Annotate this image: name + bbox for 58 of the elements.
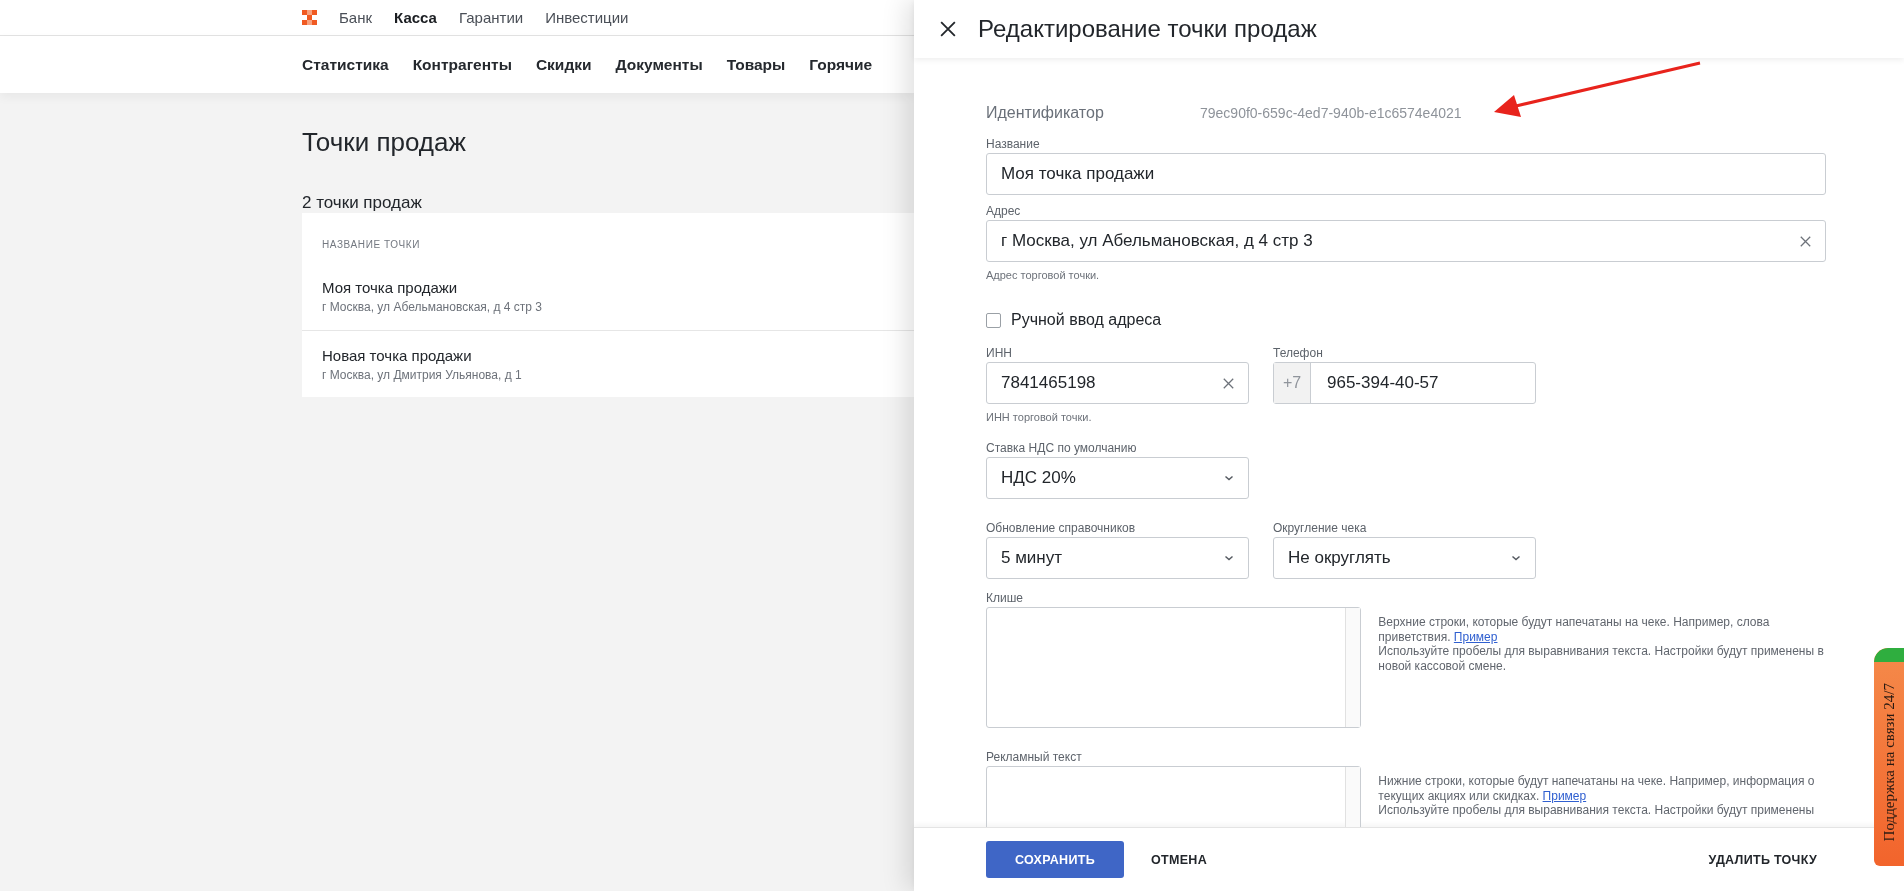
- clear-icon[interactable]: [1223, 377, 1234, 389]
- section-nav-link[interactable]: Скидки: [535, 55, 592, 74]
- top-nav-tab[interactable]: Гарантии: [458, 9, 524, 26]
- section-nav-link[interactable]: Документы: [615, 55, 703, 74]
- help-note: Используйте пробелы для выравнивания текста. Настройки будут применены: [1378, 803, 1816, 818]
- select-field[interactable]: 5 минут: [986, 537, 1249, 579]
- field-label: Адрес: [986, 204, 1022, 219]
- checkbox-label[interactable]: Ручной ввод адреса: [1011, 311, 1162, 329]
- section-nav-link[interactable]: Товары: [726, 55, 786, 74]
- phone-field[interactable]: +7 965-394-40-57: [1273, 362, 1536, 404]
- phone-prefix: +7: [1274, 363, 1311, 403]
- input-field[interactable]: Моя точка продажи: [986, 153, 1826, 195]
- section-nav-link[interactable]: Горячие: [809, 55, 873, 74]
- field-hint: ИНН торговой точки.: [986, 411, 1093, 425]
- close-icon[interactable]: [940, 21, 956, 37]
- save-button[interactable]: СОХРАНИТЬ: [986, 841, 1124, 878]
- section-nav-link[interactable]: Статистика: [302, 55, 389, 74]
- help-note: Используйте пробелы для выравнивания текста. Настройки будут применены в новой кассовой смене.: [1378, 644, 1825, 673]
- caret-icon: [1224, 475, 1234, 481]
- drawer-title: Редактирование точки продаж: [978, 15, 1317, 43]
- select-field[interactable]: НДС 20%: [986, 457, 1249, 499]
- identifier-label: Идентификатор: [986, 104, 1105, 122]
- field-label: Округление чека: [1273, 521, 1368, 536]
- select-field[interactable]: Не округлять: [1273, 537, 1536, 579]
- logo-icon[interactable]: [302, 10, 317, 25]
- input-field[interactable]: г Москва, ул Абельмановская, д 4 стр 3: [986, 220, 1826, 262]
- column-header: НАЗВАНИЕ ТОЧКИ: [322, 239, 420, 250]
- field-label: Клише: [986, 591, 1024, 606]
- field-label: Рекламный текст: [986, 750, 1083, 765]
- cancel-button[interactable]: ОТМЕНА: [1142, 841, 1216, 878]
- field-label: Обновление справочников: [986, 521, 1137, 536]
- field-hint: Адрес торговой точки.: [986, 269, 1101, 283]
- page-title: Точки продаж: [302, 127, 467, 159]
- example-link[interactable]: Пример: [1453, 629, 1498, 644]
- checkbox[interactable]: [986, 312, 1001, 328]
- point-name[interactable]: Новая точка продажи: [322, 347, 894, 364]
- section-nav-link[interactable]: Контрагенты: [412, 55, 512, 74]
- point-name[interactable]: Моя точка продажи: [322, 279, 894, 296]
- support-tab[interactable]: Поддержка на связи 24/7: [1874, 648, 1904, 866]
- help-text: Нижние строки, которые будут напечатаны на чеке. Например, информация о текущих акциях или скидках. Пример: [1378, 774, 1816, 803]
- caret-icon: [1511, 555, 1521, 561]
- top-nav-tab[interactable]: Касса: [394, 9, 437, 26]
- delete-button[interactable]: УДАЛИТЬ ТОЧКУ: [1699, 841, 1826, 878]
- field-label: Телефон: [1273, 346, 1324, 361]
- point-address: г Москва, ул Абельмановская, д 4 стр 3: [322, 300, 544, 314]
- clear-icon[interactable]: [1800, 235, 1811, 247]
- example-link[interactable]: Пример: [1542, 788, 1587, 803]
- input-field[interactable]: 7841465198: [986, 362, 1249, 404]
- field-label: Название: [986, 137, 1041, 152]
- points-count: 2 точки продаж: [302, 193, 423, 213]
- top-nav-tab[interactable]: Банк: [339, 9, 373, 26]
- identifier-value: 79ec90f0-659c-4ed7-940b-e1c6574e4021: [1200, 105, 1462, 121]
- help-text: Верхние строки, которые будут напечатаны на чеке. Например, слова приветствия. Пример: [1378, 615, 1771, 644]
- point-address: г Москва, ул Дмитрия Ульянова, д 1: [322, 368, 523, 382]
- field-label: ИНН: [986, 346, 1013, 361]
- field-label: Ставка НДС по умолчанию: [986, 441, 1138, 456]
- top-nav-tab[interactable]: Инвестиции: [545, 9, 629, 26]
- caret-icon: [1224, 555, 1234, 561]
